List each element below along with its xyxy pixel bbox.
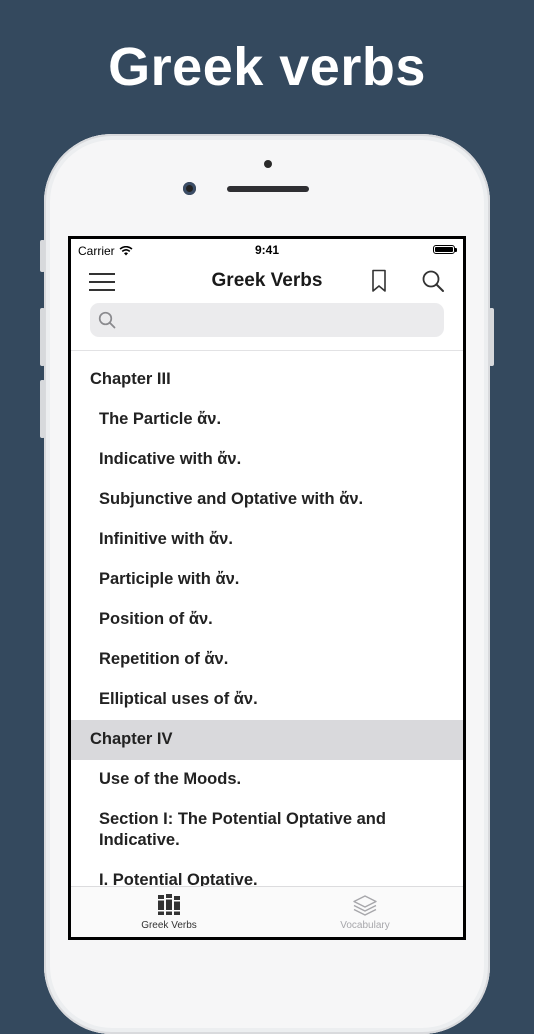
tab-greek-verbs[interactable]: Greek Verbs [71, 887, 267, 937]
magnifier-icon [98, 311, 116, 329]
bookmark-icon[interactable] [371, 269, 387, 293]
contents-list: Chapter III The Particle ἄν. Indicative wi… [71, 360, 463, 901]
tab-vocabulary[interactable]: Vocabulary [267, 887, 463, 937]
list-item[interactable]: Repetition of ἄν. [71, 640, 463, 680]
battery-icon [433, 245, 457, 254]
clock: 9:41 [254, 243, 280, 257]
headline: Greek verbs [108, 37, 426, 97]
list-item[interactable]: Elliptical uses of ἄν. [71, 680, 463, 720]
layers-icon [353, 895, 377, 916]
list-item[interactable]: Section I: The Potential Optative and In… [71, 800, 463, 861]
list-item[interactable]: Participle with ἄν. [71, 560, 463, 600]
front-camera [183, 182, 196, 195]
tab-label: Vocabulary [340, 920, 390, 931]
list-item[interactable]: Infinitive with ἄν. [71, 520, 463, 560]
list-item[interactable]: The Particle ἄν. [71, 400, 463, 440]
volume-down-button [40, 380, 45, 438]
list-item[interactable]: Position of ἄν. [71, 600, 463, 640]
divider [71, 350, 463, 351]
navigation-bar: Greek Verbs [71, 261, 463, 301]
chapter-row[interactable]: Chapter IV [71, 720, 463, 760]
list-item[interactable]: Use of the Moods. [71, 760, 463, 800]
power-button [489, 308, 494, 366]
search-bar[interactable] [90, 303, 444, 337]
status-bar: Carrier 9:41 [71, 239, 463, 261]
earpiece-speaker [227, 186, 309, 192]
proximity-sensor [264, 160, 272, 168]
list-item[interactable]: Subjunctive and Optative with ἄν. [71, 480, 463, 520]
chapter-row[interactable]: Chapter III [71, 360, 463, 400]
volume-up-button [40, 308, 45, 366]
screen: Carrier 9:41 Greek Verbs Chapter III The… [68, 236, 466, 940]
tab-bar: Greek Verbs Vocabulary [71, 886, 463, 937]
mute-switch [40, 240, 45, 272]
nav-title: Greek Verbs [211, 270, 323, 291]
search-input[interactable] [122, 310, 426, 330]
search-icon[interactable] [421, 269, 445, 293]
list-item[interactable]: Indicative with ἄν. [71, 440, 463, 480]
books-icon [158, 894, 180, 915]
tab-label: Greek Verbs [141, 920, 197, 931]
